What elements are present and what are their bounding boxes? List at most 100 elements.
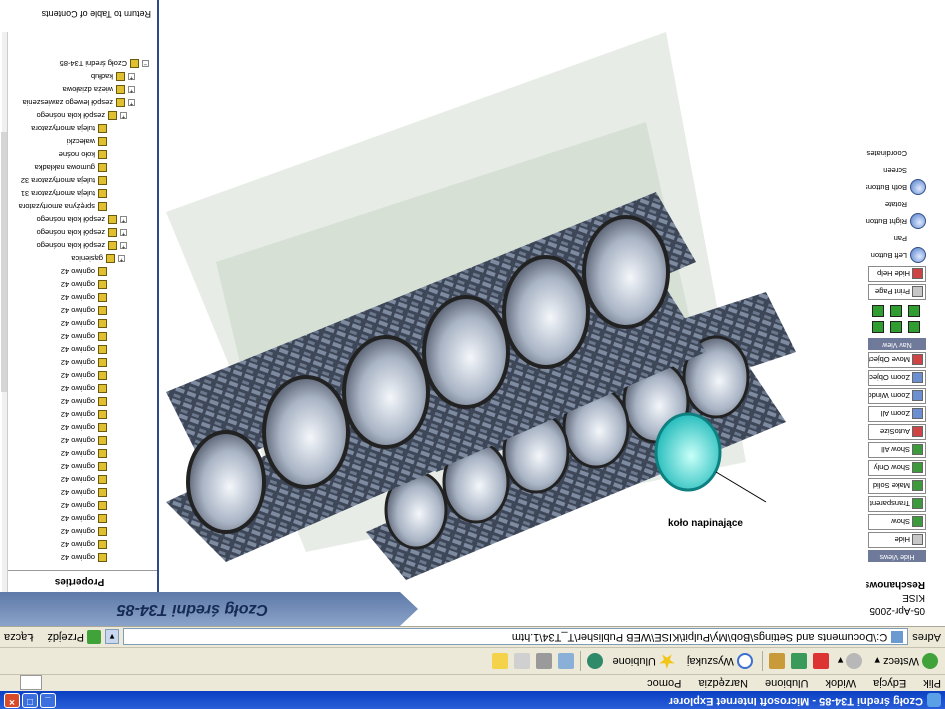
favorites-button[interactable]: Ulubione <box>609 651 677 671</box>
autosize-button[interactable]: AutoSize <box>868 424 926 440</box>
tree-item[interactable]: + wieża działowa <box>0 83 157 96</box>
show-all-button[interactable]: Show All <box>868 442 926 458</box>
tree-item[interactable]: ogniwo 42 <box>0 434 157 447</box>
tree-item[interactable]: + zespół koła nośnego <box>0 239 157 252</box>
tree-item[interactable]: ogniwo 42 <box>0 512 157 525</box>
zoom-all-button[interactable]: Zoom All <box>868 406 926 422</box>
tree-item[interactable]: ogniwo 42 <box>0 408 157 421</box>
tree-item[interactable]: + zespół koła nośnego <box>0 109 157 122</box>
view-cube-icon[interactable] <box>890 305 902 317</box>
tree-item[interactable]: ogniwo 42 <box>0 395 157 408</box>
tree-item[interactable]: ogniwo 42 <box>0 525 157 538</box>
tree-item[interactable]: + zespół lewego zawieszenia <box>0 96 157 109</box>
hide-button[interactable]: Hide <box>868 532 926 548</box>
tree-item[interactable]: ogniwo 42 <box>0 369 157 382</box>
view-cube-icon[interactable] <box>872 305 884 317</box>
zoom-object-button[interactable]: Zoom Object <box>868 370 926 386</box>
tree-item[interactable]: + zespół koła nośnego <box>0 226 157 239</box>
expand-toggle-icon[interactable]: + <box>120 112 127 119</box>
address-field[interactable]: C:\Documents and Settings\Bob\My\Pulpit\… <box>123 628 909 646</box>
tree-item[interactable]: koło nośne <box>0 148 157 161</box>
forward-button[interactable]: ▾ <box>835 651 866 671</box>
expand-toggle-icon[interactable]: + <box>118 255 125 262</box>
expand-toggle-icon[interactable]: + <box>120 242 127 249</box>
return-to-toc-link[interactable]: Return to Table of Contents <box>42 9 151 19</box>
menu-edit[interactable]: Edycja <box>873 677 906 689</box>
mail-icon[interactable] <box>558 653 575 669</box>
print-icon[interactable] <box>536 653 553 669</box>
make-solid-button[interactable]: Make Solid <box>868 478 926 494</box>
home-icon[interactable] <box>768 653 785 669</box>
model-viewport[interactable]: koło napinające <box>159 0 866 592</box>
hide-help-button[interactable]: Hide Help <box>868 266 926 282</box>
maximize-button[interactable]: □ <box>22 693 38 708</box>
menu-help[interactable]: Pomoc <box>647 677 681 689</box>
tree-item[interactable]: tuleja amortyzatora 32 <box>0 174 157 187</box>
zoom-all-label: Zoom All <box>880 409 910 419</box>
tree-item[interactable]: ogniwo 42 <box>0 486 157 499</box>
show-button[interactable]: Show <box>868 514 926 530</box>
search-button[interactable]: Wyszukaj <box>684 651 756 671</box>
expand-toggle-icon[interactable]: + <box>120 229 127 236</box>
tree-item[interactable]: ogniwo 42 <box>0 343 157 356</box>
tree-item[interactable]: ogniwo 42 <box>0 330 157 343</box>
links-label[interactable]: Łącza <box>4 631 33 643</box>
menu-view[interactable]: Widok <box>826 677 857 689</box>
tree-root[interactable]: − Czołg średni T34-85 <box>0 57 157 70</box>
address-dropdown-button[interactable]: ▼ <box>105 629 120 645</box>
view-cube-icon[interactable] <box>908 305 920 317</box>
view-cube-icon[interactable] <box>908 321 920 333</box>
edit-icon[interactable] <box>514 653 531 669</box>
tree-item[interactable]: ogniwo 42 <box>0 499 157 512</box>
tree-item[interactable]: tuleja amortyzatora <box>0 122 157 135</box>
expand-toggle-icon[interactable]: − <box>142 60 149 67</box>
tree-item[interactable]: ogniwo 42 <box>0 551 157 564</box>
tree-item[interactable]: tuleja amortyzatora 31 <box>0 187 157 200</box>
transparent-button[interactable]: Transparent <box>868 496 926 512</box>
properties-button[interactable]: Properties <box>2 570 157 592</box>
tree-scrollbar[interactable] <box>1 32 8 592</box>
tree-item[interactable]: + kadłub <box>0 70 157 83</box>
view-cube-icon[interactable] <box>872 321 884 333</box>
tree-item[interactable]: + gąsienica <box>0 252 157 265</box>
menu-tools[interactable]: Narzędzia <box>698 677 748 689</box>
zoom-window-button[interactable]: Zoom Window <box>868 388 926 404</box>
refresh-icon[interactable] <box>790 653 807 669</box>
expand-toggle-icon[interactable]: + <box>128 86 135 93</box>
show-only-button[interactable]: Show Only <box>868 460 926 476</box>
tree-item[interactable]: ogniwo 42 <box>0 291 157 304</box>
tree-item[interactable]: + zespół koła nośnego <box>0 213 157 226</box>
tree-item[interactable]: ogniwo 42 <box>0 421 157 434</box>
tree-item[interactable]: ogniwo 42 <box>0 265 157 278</box>
print-page-button[interactable]: Print Page <box>868 284 926 300</box>
expand-toggle-icon[interactable]: + <box>128 73 135 80</box>
tree-item[interactable]: ogniwo 42 <box>0 473 157 486</box>
scrollbar-thumb[interactable] <box>1 132 7 392</box>
menu-favorites[interactable]: Ulubione <box>765 677 808 689</box>
tree-item[interactable]: ogniwo 42 <box>0 538 157 551</box>
part-icon <box>98 358 107 367</box>
expand-toggle-icon[interactable]: + <box>128 99 135 106</box>
tree-item[interactable]: ogniwo 42 <box>0 278 157 291</box>
folder-icon[interactable] <box>492 653 509 669</box>
tree-item[interactable]: wałeczki <box>0 135 157 148</box>
view-cube-icon[interactable] <box>890 321 902 333</box>
media-icon[interactable] <box>587 653 604 669</box>
menu-file[interactable]: Plik <box>923 677 941 689</box>
tree-item[interactable]: ogniwo 42 <box>0 356 157 369</box>
close-button[interactable]: × <box>4 693 20 708</box>
minimize-button[interactable]: _ <box>40 693 56 708</box>
tree-item[interactable]: ogniwo 42 <box>0 317 157 330</box>
go-button[interactable]: Przejdź <box>47 630 102 644</box>
move-object-button[interactable]: Move Object <box>868 352 926 368</box>
stop-icon[interactable] <box>812 653 829 669</box>
tree-item[interactable]: ogniwo 42 <box>0 304 157 317</box>
tree-item[interactable]: ogniwo 42 <box>0 447 157 460</box>
expand-toggle-icon[interactable]: + <box>120 216 127 223</box>
back-button[interactable]: Wstecz ▾ <box>871 651 941 671</box>
tree-item[interactable]: sprężyna amortyzatora <box>0 200 157 213</box>
tree-item[interactable]: gumowa nakładka <box>0 161 157 174</box>
tree-item[interactable]: ogniwo 42 <box>0 460 157 473</box>
tree-item[interactable]: ogniwo 42 <box>0 382 157 395</box>
idler-wheel-highlight[interactable] <box>654 412 722 492</box>
